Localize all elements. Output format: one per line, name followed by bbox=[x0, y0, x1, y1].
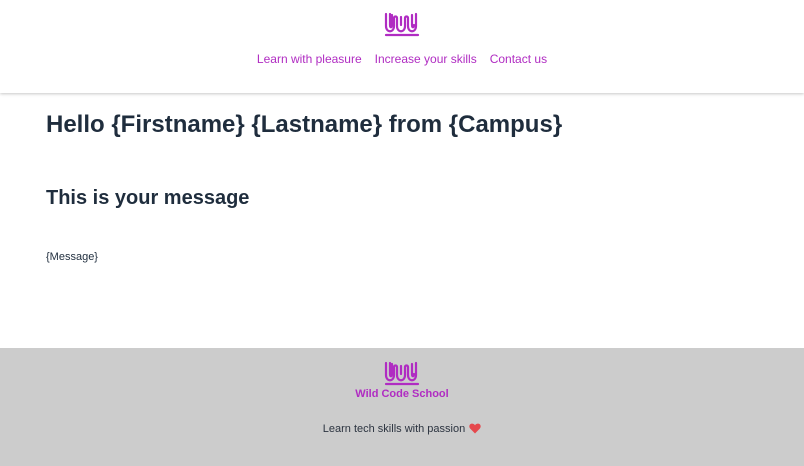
wild-code-school-logo-icon[interactable] bbox=[384, 11, 420, 37]
footer-brand-name: Wild Code School bbox=[355, 388, 449, 400]
site-footer: Wild Code School Learn tech skills with … bbox=[0, 348, 804, 466]
message-body: {Message} bbox=[46, 251, 98, 263]
nav-link-increase-your-skills[interactable]: Increase your skills bbox=[375, 51, 477, 67]
nav-link-contact-us[interactable]: Contact us bbox=[490, 51, 547, 67]
page-title: Hello {Firstname} {Lastname} from {Campu… bbox=[46, 111, 563, 138]
main-nav: Learn with pleasure Increase your skills… bbox=[0, 51, 804, 67]
footer-tagline: Learn tech skills with passion bbox=[0, 422, 804, 436]
message-heading: This is your message bbox=[46, 187, 250, 209]
site-header: Learn with pleasure Increase your skills… bbox=[0, 0, 804, 93]
footer-tagline-text: Learn tech skills with passion bbox=[322, 423, 466, 435]
heart-icon bbox=[469, 423, 481, 434]
wild-code-school-logo-icon[interactable] bbox=[384, 360, 420, 386]
nav-link-learn-with-pleasure[interactable]: Learn with pleasure bbox=[257, 51, 362, 67]
